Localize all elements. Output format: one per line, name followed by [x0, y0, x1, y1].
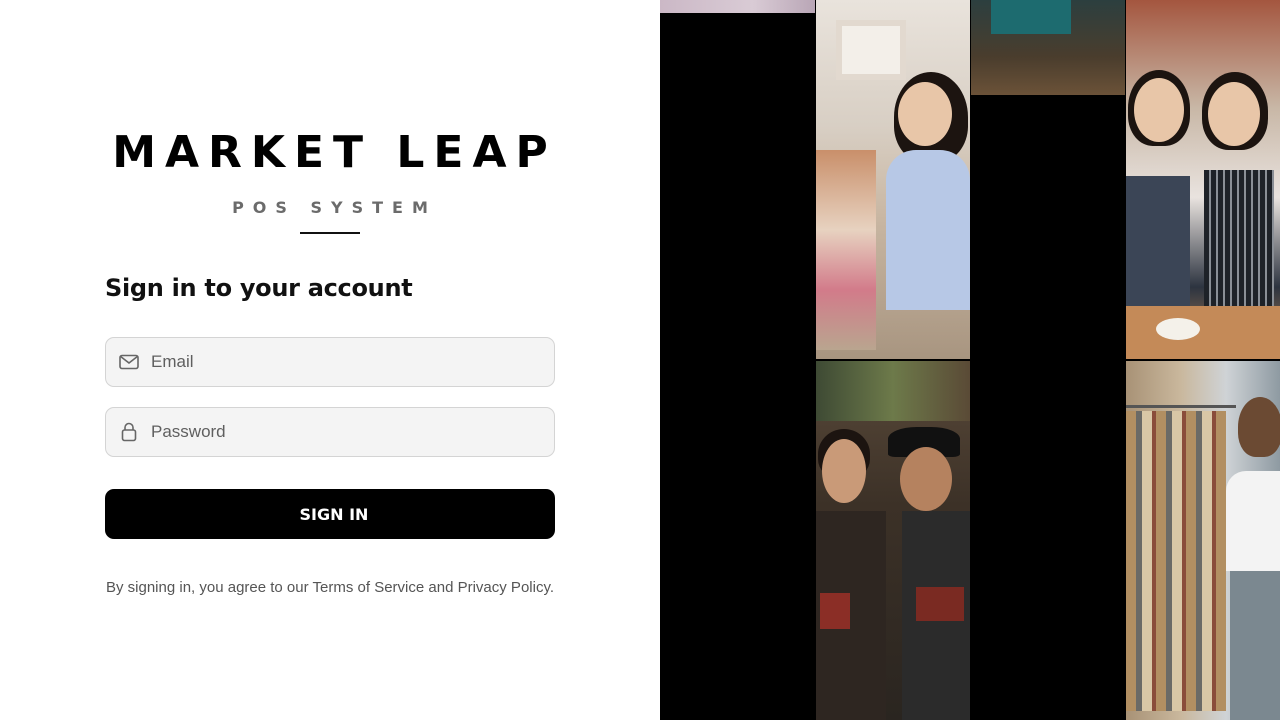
- pants-shape: [1230, 571, 1280, 720]
- photo-tile-strip: [660, 0, 815, 13]
- brand-divider: [300, 232, 360, 234]
- terms-suffix: .: [549, 579, 555, 596]
- email-field[interactable]: [105, 337, 555, 387]
- mail-icon: [119, 352, 139, 372]
- password-field[interactable]: [105, 407, 555, 457]
- terms-of-service-link[interactable]: Terms of Service: [313, 579, 425, 596]
- sign-in-button[interactable]: SIGN IN: [105, 489, 555, 539]
- password-input[interactable]: [151, 408, 531, 456]
- machine-shape: [991, 0, 1071, 34]
- brand-subtitle: POS SYSTEM: [232, 198, 437, 217]
- shirt-shape: [1226, 471, 1280, 571]
- photo-tile-empty: [971, 95, 1125, 720]
- lock-icon: [119, 422, 139, 442]
- striped-apron-shape: [1204, 170, 1274, 306]
- photo-cafe-counter: [971, 0, 1125, 95]
- pocket-shape: [916, 587, 964, 621]
- signin-heading: Sign in to your account: [105, 274, 413, 302]
- window-shape: [836, 20, 906, 80]
- plants-shape: [816, 361, 970, 421]
- photo-shopkeeper-woman: [816, 0, 970, 359]
- rail-shape: [1126, 405, 1236, 408]
- terms-prefix: By signing in, you agree to our: [105, 579, 313, 596]
- plate-shape: [1156, 318, 1200, 340]
- photo-clothing-store: [1126, 361, 1280, 720]
- face-shape: [900, 447, 952, 511]
- shelf-shape: [816, 150, 876, 350]
- email-input[interactable]: [151, 338, 531, 386]
- face-shape: [898, 82, 952, 146]
- brand-title: MARKET LEAP: [112, 127, 557, 178]
- apron-shape: [1126, 176, 1190, 306]
- photo-two-women-cafe: [1126, 0, 1280, 359]
- clothes-shape: [1126, 411, 1226, 711]
- shirt-shape: [886, 150, 970, 310]
- login-panel: MARKET LEAP POS SYSTEM Sign in to your a…: [0, 0, 660, 720]
- photo-tile-empty: [660, 13, 815, 720]
- privacy-policy-link[interactable]: Privacy Policy: [458, 579, 550, 596]
- hair-shape: [1238, 397, 1280, 457]
- face-shape: [1134, 78, 1184, 142]
- terms-and: and: [424, 579, 458, 596]
- photo-collage: [660, 0, 1280, 720]
- face-shape: [822, 439, 866, 503]
- terms-notice: By signing in, you agree to our Terms of…: [0, 579, 660, 596]
- table-shape: [1126, 306, 1280, 359]
- brand-logo: MARKET LEAP POS SYSTEM: [0, 127, 660, 218]
- face-shape: [1208, 82, 1260, 146]
- pocket-shape: [820, 593, 850, 629]
- photo-two-baristas: [816, 361, 970, 720]
